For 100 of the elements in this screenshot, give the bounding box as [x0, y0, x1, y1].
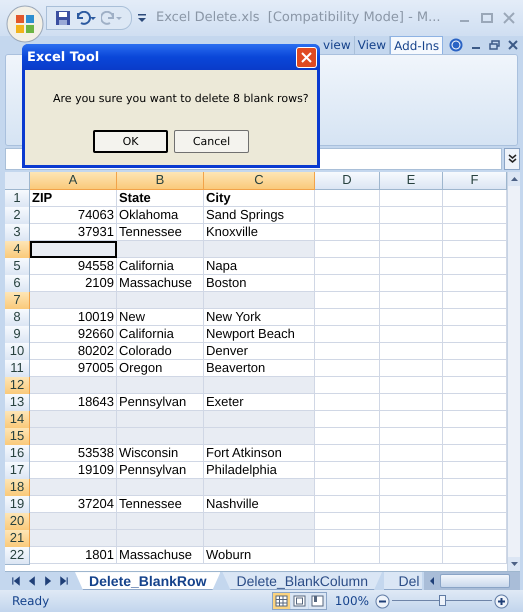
- row-header[interactable]: 18: [5, 478, 30, 497]
- zoom-out-icon[interactable]: [375, 594, 390, 609]
- page-layout-view-button[interactable]: [290, 593, 308, 610]
- empty-cell: [380, 376, 443, 394]
- empty-cell: [315, 258, 380, 275]
- dialog-button[interactable]: OK: [93, 130, 168, 153]
- empty-cell: [380, 258, 443, 275]
- row-header[interactable]: 4: [5, 240, 30, 259]
- table-cell: Massachuse: [117, 546, 204, 564]
- empty-cell: [380, 496, 443, 513]
- empty-cell: [380, 224, 443, 241]
- sheet-tab[interactable]: Delete_BlankColumn: [222, 572, 382, 590]
- zoom-slider-thumb[interactable]: [439, 595, 446, 606]
- row-header[interactable]: 20: [5, 512, 30, 531]
- column-header[interactable]: A: [30, 172, 117, 190]
- scroll-left-icon[interactable]: [428, 576, 436, 586]
- row-header[interactable]: 9: [5, 326, 30, 344]
- row-header[interactable]: 19: [5, 496, 30, 514]
- empty-cell: [315, 224, 380, 241]
- row-header[interactable]: 14: [5, 410, 30, 429]
- vertical-scrollbar[interactable]: [507, 172, 520, 572]
- empty-cell: [315, 308, 380, 326]
- column-header[interactable]: B: [117, 172, 204, 190]
- ribbon-tab[interactable]: Add-Ins: [390, 36, 444, 54]
- empty-cell: [380, 240, 443, 258]
- table-cell: Woburn: [204, 546, 315, 564]
- row-header[interactable]: 8: [5, 308, 30, 327]
- column-header[interactable]: C: [204, 172, 315, 190]
- first-sheet-icon[interactable]: [11, 576, 21, 586]
- column-header[interactable]: D: [315, 172, 380, 190]
- zoom-in-icon[interactable]: [494, 594, 509, 609]
- empty-cell: [315, 394, 380, 411]
- table-cell: Sand Springs: [204, 206, 315, 224]
- row-header[interactable]: 17: [5, 462, 30, 480]
- empty-cell: [315, 546, 380, 564]
- close-button[interactable]: [296, 46, 317, 68]
- last-sheet-icon[interactable]: [59, 576, 69, 586]
- empty-cell: [315, 190, 380, 207]
- page-break-view-button[interactable]: [308, 593, 326, 610]
- dialog-button[interactable]: Cancel: [174, 130, 249, 153]
- customize-caret-icon[interactable]: [138, 12, 146, 23]
- empty-cell: [380, 428, 443, 445]
- normal-view-button[interactable]: [272, 593, 290, 610]
- table-cell: 94558: [30, 258, 117, 275]
- row-header[interactable]: 15: [5, 428, 30, 446]
- close-icon: [301, 52, 312, 62]
- empty-cell: [380, 512, 443, 530]
- horizontal-scrollbar[interactable]: [424, 572, 520, 590]
- row-header[interactable]: 6: [5, 274, 30, 293]
- table-cell: Colorado: [117, 342, 204, 360]
- table-cell: Oklahoma: [117, 206, 204, 224]
- save-icon[interactable]: [55, 10, 71, 26]
- empty-cell: [380, 546, 443, 564]
- undo-icon[interactable]: [75, 10, 97, 25]
- row-header[interactable]: 7: [5, 292, 30, 310]
- row-header[interactable]: 1: [5, 190, 30, 208]
- empty-cell: [380, 292, 443, 309]
- empty-cell: [380, 326, 443, 343]
- row-header[interactable]: 5: [5, 258, 30, 276]
- expand-button[interactable]: [504, 148, 520, 170]
- table-cell: 80202: [30, 342, 117, 360]
- table-cell: Wisconsin: [117, 444, 204, 462]
- row-header[interactable]: 13: [5, 394, 30, 412]
- empty-cell: [380, 308, 443, 326]
- table-cell: 1801: [30, 546, 117, 564]
- row-header[interactable]: 10: [5, 342, 30, 361]
- table-cell: 10019: [30, 308, 117, 326]
- table-cell: New York: [204, 308, 315, 326]
- table-cell: Napa: [204, 258, 315, 275]
- table-cell: 74063: [30, 206, 117, 224]
- row-header[interactable]: 3: [5, 224, 30, 242]
- close-icon[interactable]: [508, 40, 518, 50]
- table-cell: California: [117, 326, 204, 343]
- row-header[interactable]: 11: [5, 360, 30, 378]
- row-header[interactable]: 22: [5, 546, 30, 565]
- table-cell: ZIP: [30, 190, 117, 207]
- empty-cell: [380, 530, 443, 547]
- row-header[interactable]: 2: [5, 206, 30, 225]
- sheet-tab[interactable]: Delete_BlankRow: [75, 572, 220, 590]
- column-header[interactable]: F: [443, 172, 507, 190]
- window-title: Excel Delete.xls [Compatibility Mode] - M...: [156, 10, 442, 26]
- help-icon[interactable]: [449, 38, 464, 52]
- empty-cell: [380, 444, 443, 462]
- empty-cell: [380, 410, 443, 428]
- table-cell: Newport Beach: [204, 326, 315, 343]
- empty-cell: [315, 342, 380, 360]
- row-header[interactable]: 21: [5, 530, 30, 548]
- previous-sheet-icon[interactable]: [27, 576, 37, 586]
- table-cell: California: [117, 258, 204, 275]
- restore-icon[interactable]: [489, 40, 500, 50]
- scroll-down-icon[interactable]: [508, 557, 520, 572]
- table-cell: 92660: [30, 326, 117, 343]
- active-cell[interactable]: [30, 240, 117, 258]
- row-header[interactable]: 16: [5, 444, 30, 463]
- scroll-up-icon[interactable]: [508, 172, 520, 186]
- next-sheet-icon[interactable]: [43, 576, 53, 586]
- row-header[interactable]: 12: [5, 376, 30, 395]
- empty-cell: [380, 462, 443, 479]
- sheet-tab[interactable]: Del: [384, 572, 422, 590]
- column-header[interactable]: E: [380, 172, 443, 190]
